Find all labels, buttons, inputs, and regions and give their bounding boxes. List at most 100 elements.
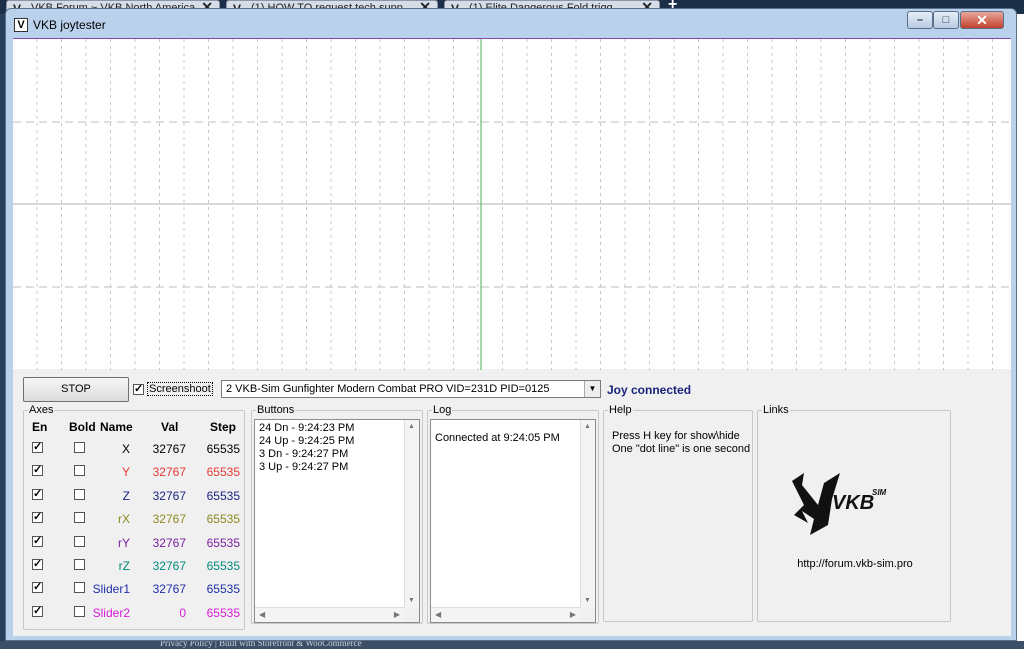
horizontal-scrollbar[interactable]: ◀ ▶ [255,607,404,622]
axis-step: 65535 [206,559,240,573]
scroll-corner [580,607,595,622]
buttons-group: Buttons 24 Dn - 9:24:23 PM 24 Up - 9:24:2… [251,404,423,624]
axis-row: Slider2 0 65535 [24,603,244,623]
axis-value: 32767 [152,582,186,597]
axis-step: 65535 [206,488,240,503]
list-item[interactable]: Connected at 9:24:05 PM [435,432,560,445]
scroll-right-icon[interactable]: ▶ [570,610,576,619]
forum-link[interactable]: http://forum.vkb-sim.pro [758,558,952,570]
stop-button[interactable]: STOP [23,377,129,402]
axis-name: Slider2 [92,605,130,620]
log-group-title: Log [432,404,453,416]
axis-enable-checkbox[interactable] [32,463,43,477]
vertical-scrollbar[interactable]: ▲ ▼ [404,420,419,607]
links-group: Links VKB SIM http://forum.vkb-sim.pro [757,404,952,622]
axis-enable-checkbox[interactable] [32,534,43,547]
vkb-bird-icon: VKB SIM [792,473,887,535]
axis-row: Slider1 32767 65535 [24,579,244,599]
axis-bold-checkbox[interactable] [74,512,85,524]
vertical-scrollbar[interactable]: ▲ ▼ [580,420,595,607]
help-line: One "dot line" is one second [612,443,751,455]
scroll-corner [404,607,419,622]
header-bold: Bold [69,420,96,434]
axis-step: 65535 [206,535,240,550]
axis-row: Y 32767 65535 [24,462,244,482]
axis-bold-checkbox[interactable] [74,535,85,547]
axes-group-title: Axes [28,404,55,416]
scroll-down-icon[interactable]: ▼ [408,597,415,604]
vkb-sim-logo[interactable]: VKB SIM [788,471,898,544]
scroll-up-icon[interactable]: ▲ [584,423,591,430]
chevron-down-icon[interactable]: ▼ [584,381,600,397]
axis-name: Y [121,465,130,480]
screenshoot-label: Screenshoot [147,382,213,396]
axis-step: 65535 [206,582,240,597]
app-logo-icon: V [14,18,28,32]
axis-value: 32767 [152,442,186,456]
axis-plot [13,38,1011,370]
axis-bold-checkbox[interactable] [74,559,85,570]
header-val: Val [161,420,179,434]
help-text: Press H key for show\hide One "dot line"… [612,430,750,456]
header-name: Name [100,420,133,434]
axis-enable-checkbox[interactable] [32,440,43,453]
axis-step: 65535 [206,465,240,480]
screenshoot-check-icon[interactable] [133,382,144,395]
axis-name: rY [118,535,130,550]
axis-name: rX [118,512,130,527]
buttons-group-title: Buttons [256,404,296,416]
axis-step: 65535 [206,605,240,620]
header-step: Step [210,420,237,434]
close-button[interactable]: ✕ [960,11,1004,29]
axis-value: 32767 [152,488,186,503]
minimize-button[interactable]: – [907,11,933,29]
device-select[interactable]: 2 VKB-Sim Gunfighter Modern Combat PRO V… [221,380,601,398]
log-group: Log Connected at 9:24:05 PM ▲ ▼ ◀ ▶ [427,404,599,624]
log-list-items: Connected at 9:24:05 PM [435,432,560,445]
list-item[interactable]: 3 Up - 9:24:27 PM [259,461,354,474]
screenshoot-checkbox[interactable]: Screenshoot [133,382,213,396]
axis-value: 32767 [152,559,186,573]
axes-group: Axes En Bold Name Val Step X 32767 65535 Y 3… [23,404,245,630]
log-list[interactable]: Connected at 9:24:05 PM ▲ ▼ ◀ ▶ [430,419,596,623]
axis-enable-checkbox[interactable] [32,487,43,500]
joy-status: Joy connected [607,383,692,397]
axis-bold-checkbox[interactable] [74,442,85,453]
scroll-left-icon[interactable]: ◀ [259,610,265,619]
scroll-up-icon[interactable]: ▲ [408,423,415,430]
scroll-left-icon[interactable]: ◀ [435,610,441,619]
axis-value: 0 [179,605,186,620]
help-group: Help Press H key for show\hide One "dot … [603,404,753,622]
axis-name: X [121,442,130,456]
logo-sup-text: SIM [872,488,887,497]
axis-row: X 32767 65535 [24,439,244,459]
list-item[interactable]: 3 Dn - 9:24:27 PM [259,448,354,461]
axis-name: Slider1 [92,582,130,597]
axis-bold-checkbox[interactable] [74,465,85,477]
header-en: En [32,420,48,434]
scroll-down-icon[interactable]: ▼ [584,597,591,604]
axis-step: 65535 [206,442,240,456]
buttons-list[interactable]: 24 Dn - 9:24:23 PM 24 Up - 9:24:25 PM 3 Dn… [254,419,420,623]
axis-bold-checkbox[interactable] [74,582,85,594]
list-item[interactable]: 24 Dn - 9:24:23 PM [259,422,354,435]
joytester-window: V VKB joytester – □ ✕ STOP Screenshoot 2… [5,8,1017,641]
axis-row: rY 32767 65535 [24,533,244,553]
axis-bold-checkbox[interactable] [74,488,85,500]
maximize-button[interactable]: □ [933,11,959,29]
axis-enable-checkbox[interactable] [32,604,43,617]
axis-bold-checkbox[interactable] [74,605,85,617]
horizontal-scrollbar[interactable]: ◀ ▶ [431,607,580,622]
axis-value: 32767 [152,535,186,550]
list-item[interactable]: 24 Up - 9:24:25 PM [259,435,354,448]
help-line: Press H key for show\hide [612,430,740,442]
axis-name: rZ [118,559,130,573]
axis-value: 32767 [152,512,186,527]
scroll-right-icon[interactable]: ▶ [394,610,400,619]
client-area: STOP Screenshoot 2 VKB-Sim Gunfighter Mo… [13,38,1011,636]
axis-enable-checkbox[interactable] [32,580,43,594]
background-page-footer: Privacy Policy | Built with Storefront &… [0,638,1024,649]
help-group-title: Help [608,404,633,416]
axis-enable-checkbox[interactable] [32,510,43,524]
axis-enable-checkbox[interactable] [32,557,43,570]
